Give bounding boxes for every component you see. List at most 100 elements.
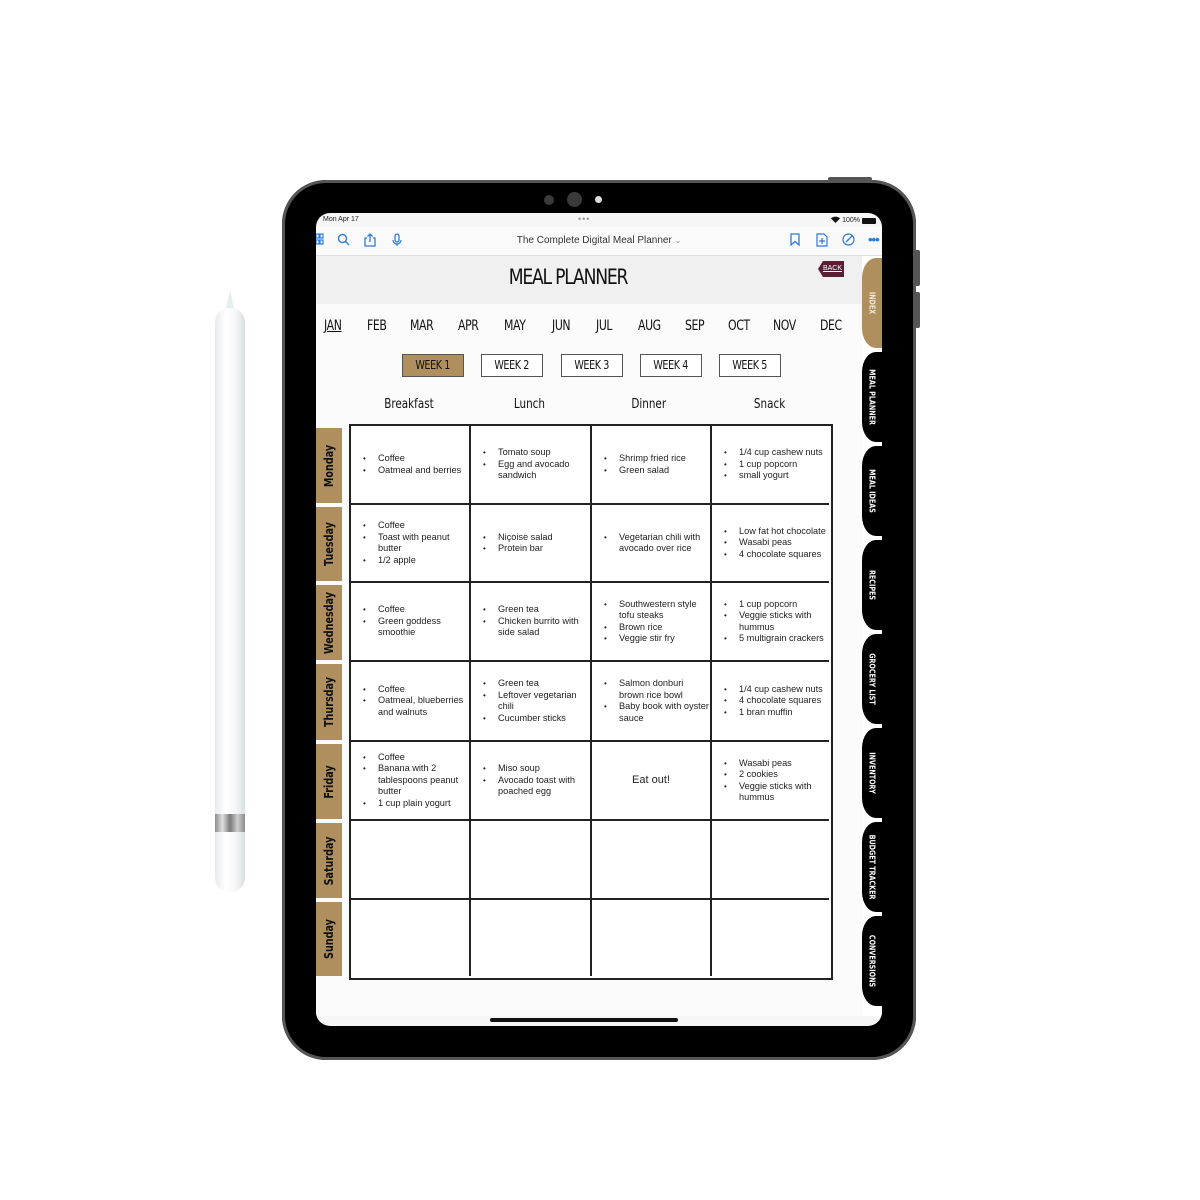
meal-list: CoffeeOatmeal, blueberries and walnuts xyxy=(351,684,469,719)
meal-cell-sunday-dinner[interactable] xyxy=(592,900,712,976)
meal-cell-monday-dinner[interactable]: Shrimp fried riceGreen salad xyxy=(592,426,712,505)
month-aug[interactable]: AUG xyxy=(638,318,661,334)
day-tab-thursday[interactable]: Thursday xyxy=(316,664,342,740)
meal-cell-saturday-dinner[interactable] xyxy=(592,821,712,900)
section-tab-meal-planner[interactable]: MEAL PLANNER xyxy=(862,352,882,442)
meal-cell-thursday-lunch[interactable]: Green teaLeftover vegetarian chiliCucumb… xyxy=(471,662,592,742)
section-tab-label: INVENTORY xyxy=(867,752,877,794)
meal-cell-tuesday-breakfast[interactable]: CoffeeToast with peanut butter1/2 apple xyxy=(351,505,471,583)
meal-cell-sunday-lunch[interactable] xyxy=(471,900,592,976)
meal-cell-monday-lunch[interactable]: Tomato soupEgg and avocado sandwich xyxy=(471,426,592,505)
multitasking-dots[interactable]: ••• xyxy=(578,214,590,224)
meal-list: Low fat hot chocolateWasabi peas4 chocol… xyxy=(712,526,826,561)
day-tab-monday[interactable]: Monday xyxy=(316,428,342,503)
meal-cell-thursday-snack[interactable]: 1/4 cup cashew nuts4 chocolate squares1 … xyxy=(712,662,829,742)
meal-item: Veggie stir fry xyxy=(604,633,710,645)
meal-item: Wasabi peas xyxy=(724,758,829,770)
meal-cell-thursday-breakfast[interactable]: CoffeeOatmeal, blueberries and walnuts xyxy=(351,662,471,742)
meal-cell-wednesday-snack[interactable]: 1 cup popcornVeggie sticks with hummus5 … xyxy=(712,583,829,662)
meal-cell-monday-breakfast[interactable]: CoffeeOatmeal and berries xyxy=(351,426,471,505)
meal-cell-friday-dinner[interactable]: Eat out! xyxy=(592,742,712,821)
meal-list: CoffeeToast with peanut butter1/2 apple xyxy=(351,520,469,566)
meal-cell-monday-snack[interactable]: 1/4 cup cashew nuts1 cup popcornsmall yo… xyxy=(712,426,829,505)
meal-list: Niçoise saladProtein bar xyxy=(471,532,553,555)
week-1-button[interactable]: WEEK 1 xyxy=(402,354,464,377)
meal-item: Leftover vegetarian chili xyxy=(483,690,590,713)
month-jun[interactable]: JUN xyxy=(552,318,571,334)
meal-cell-friday-lunch[interactable]: Miso soupAvocado toast with poached egg xyxy=(471,742,592,821)
meal-item: Baby book with oyster sauce xyxy=(604,701,710,724)
meal-list: CoffeeOatmeal and berries xyxy=(351,453,461,476)
month-oct[interactable]: OCT xyxy=(728,318,750,334)
month-sep[interactable]: SEP xyxy=(685,318,705,334)
week-3-button[interactable]: WEEK 3 xyxy=(561,354,623,377)
add-page-icon[interactable] xyxy=(816,233,828,250)
day-tab-friday[interactable]: Friday xyxy=(316,744,342,819)
week-5-button[interactable]: WEEK 5 xyxy=(719,354,781,377)
battery-icon xyxy=(862,217,876,224)
month-dec[interactable]: DEC xyxy=(820,318,842,334)
battery-percent: 100% xyxy=(842,217,860,224)
section-tab-conversions[interactable]: CONVERSIONS xyxy=(862,916,882,1006)
week-2-button[interactable]: WEEK 2 xyxy=(481,354,543,377)
pencil-cap xyxy=(215,832,245,892)
day-tab-tuesday[interactable]: Tuesday xyxy=(316,507,342,581)
month-nov[interactable]: NOV xyxy=(773,318,796,334)
meal-cell-wednesday-dinner[interactable]: Southwestern style tofu steaksBrown rice… xyxy=(592,583,712,662)
status-right: 100% xyxy=(831,216,876,225)
planner-page: MEAL PLANNER BACK JAN FEB MAR APR MAY JU… xyxy=(316,256,862,1016)
section-tab-label: GROCERY LIST xyxy=(867,653,877,705)
meal-cell-saturday-snack[interactable] xyxy=(712,821,829,900)
section-tab-inventory[interactable]: INVENTORY xyxy=(862,728,882,818)
meal-cell-saturday-breakfast[interactable] xyxy=(351,821,471,900)
section-tab-recipes[interactable]: RECIPES xyxy=(862,540,882,630)
markup-icon[interactable] xyxy=(842,233,855,249)
meal-list: CoffeeGreen goddess smoothie xyxy=(351,604,469,639)
meal-cell-wednesday-lunch[interactable]: Green teaChicken burrito with side salad xyxy=(471,583,592,662)
meal-item: 4 chocolate squares xyxy=(724,695,823,707)
month-jul[interactable]: JUL xyxy=(596,318,613,334)
meal-cell-wednesday-breakfast[interactable]: CoffeeGreen goddess smoothie xyxy=(351,583,471,662)
month-jan[interactable]: JAN xyxy=(324,318,342,334)
section-tab-budget-tracker[interactable]: BUDGET TRACKER xyxy=(862,822,882,912)
month-apr[interactable]: APR xyxy=(458,318,479,334)
more-icon[interactable]: ••• xyxy=(868,233,880,247)
meal-cell-thursday-dinner[interactable]: Salmon donburi brown rice bowlBaby book … xyxy=(592,662,712,742)
month-may[interactable]: MAY xyxy=(504,318,526,334)
week-4-button[interactable]: WEEK 4 xyxy=(640,354,702,377)
meal-item: Shrimp fried rice xyxy=(604,453,686,465)
meal-item: Vegetarian chili with avocado over rice xyxy=(604,532,710,555)
meal-note: Eat out! xyxy=(632,773,670,786)
column-header-snack: Snack xyxy=(754,397,786,412)
meal-cell-sunday-snack[interactable] xyxy=(712,900,829,976)
meal-item: Salmon donburi brown rice bowl xyxy=(604,678,710,701)
month-feb[interactable]: FEB xyxy=(367,318,387,334)
day-tab-wednesday[interactable]: Wednesday xyxy=(316,585,342,660)
meal-cell-saturday-lunch[interactable] xyxy=(471,821,592,900)
meal-cell-tuesday-snack[interactable]: Low fat hot chocolateWasabi peas4 chocol… xyxy=(712,505,829,583)
meal-cell-tuesday-dinner[interactable]: Vegetarian chili with avocado over rice xyxy=(592,505,712,583)
section-tab-label: INDEX xyxy=(867,291,877,315)
column-header-lunch: Lunch xyxy=(513,397,545,412)
column-header-dinner: Dinner xyxy=(631,397,667,412)
bookmark-icon[interactable] xyxy=(790,233,800,249)
meal-list: Shrimp fried riceGreen salad xyxy=(592,453,686,476)
month-mar[interactable]: MAR xyxy=(410,318,434,334)
meal-item: Coffee xyxy=(363,604,469,616)
section-tab-grocery-list[interactable]: GROCERY LIST xyxy=(862,634,882,724)
meal-cell-sunday-breakfast[interactable] xyxy=(351,900,471,976)
column-header-breakfast: Breakfast xyxy=(384,397,434,412)
meal-cell-friday-breakfast[interactable]: CoffeeBanana with 2 tablespoons peanut b… xyxy=(351,742,471,821)
page-title: MEAL PLANNER xyxy=(508,265,629,289)
meal-cell-friday-snack[interactable]: Wasabi peas2 cookiesVeggie sticks with h… xyxy=(712,742,829,821)
day-tab-saturday[interactable]: Saturday xyxy=(316,823,342,898)
day-tab-sunday[interactable]: Sunday xyxy=(316,902,342,976)
meal-item: Coffee xyxy=(363,752,469,764)
day-label: Sunday xyxy=(322,919,336,959)
section-tab-meal-ideas[interactable]: MEAL IDEAS xyxy=(862,446,882,536)
section-tab-index[interactable]: INDEX xyxy=(862,258,882,348)
meal-item: 1 bran muffin xyxy=(724,707,823,719)
meal-cell-tuesday-lunch[interactable]: Niçoise saladProtein bar xyxy=(471,505,592,583)
home-indicator[interactable] xyxy=(490,1018,678,1022)
back-button[interactable]: BACK xyxy=(818,261,844,277)
